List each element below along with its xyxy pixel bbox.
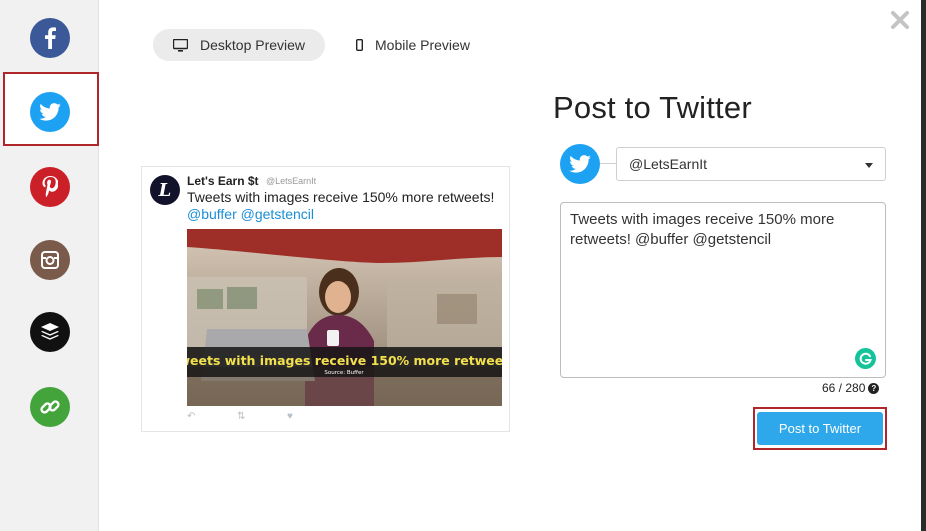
link-icon: [40, 400, 60, 414]
facebook-icon: [45, 27, 56, 49]
sidebar-item-buffer[interactable]: [30, 312, 70, 352]
character-counter: 66 / 280 ?: [822, 381, 880, 395]
grammarly-icon: [859, 352, 872, 365]
page-title: Post to Twitter: [553, 90, 752, 125]
post-to-twitter-button[interactable]: Post to Twitter: [757, 412, 883, 445]
mobile-icon: [356, 39, 363, 51]
avatar: L: [150, 175, 180, 205]
desktop-icon: [173, 38, 188, 52]
tweet-author-name: Let's Earn $t: [187, 174, 259, 188]
post-button-highlight: Post to Twitter: [753, 407, 887, 450]
sidebar-item-link[interactable]: [30, 387, 70, 427]
tweet-image: Tweets with images receive 150% more ret…: [187, 229, 502, 406]
tweet-actions: ↶ ⇅ ♥: [187, 411, 317, 425]
instagram-icon: [41, 251, 59, 269]
account-network-badge: [560, 144, 600, 184]
tweet-image-source: Source: Buffer: [324, 370, 364, 376]
grammarly-button[interactable]: [855, 348, 876, 369]
backdrop-edge: [921, 0, 926, 531]
tab-desktop-label: Desktop Preview: [200, 37, 306, 53]
sidebar-item-facebook[interactable]: [30, 18, 70, 58]
tweet-mentions: @buffer @getstencil: [187, 206, 315, 222]
tweet-image-caption: Tweets with images receive 150% more ret…: [187, 353, 502, 368]
tab-mobile-preview[interactable]: Mobile Preview: [352, 29, 470, 61]
account-select-value: @LetsEarnIt: [629, 156, 708, 172]
sidebar-item-pinterest[interactable]: [30, 167, 70, 207]
social-sidebar: [0, 0, 99, 531]
close-button[interactable]: [890, 10, 910, 30]
character-counter-value: 66 / 280: [822, 381, 866, 395]
account-select[interactable]: @LetsEarnIt: [616, 147, 886, 181]
like-icon[interactable]: ♥: [287, 411, 293, 422]
twitter-bird-icon: [39, 103, 61, 121]
tweet-photo: Tweets with images receive 150% more ret…: [187, 229, 502, 406]
chevron-down-icon: [865, 163, 873, 168]
sidebar-item-twitter[interactable]: [30, 92, 70, 132]
twitter-bird-icon: [569, 155, 591, 173]
tweet-author-handle: @LetsEarnIt: [266, 176, 317, 186]
retweet-icon[interactable]: ⇅: [237, 411, 245, 422]
reply-icon[interactable]: ↶: [187, 411, 195, 422]
sidebar-item-instagram[interactable]: [30, 240, 70, 280]
pinterest-icon: [42, 176, 58, 198]
close-icon: [891, 11, 909, 29]
tweet-textarea[interactable]: Tweets with images receive 150% more ret…: [560, 202, 886, 378]
account-connector: [600, 163, 616, 164]
help-icon[interactable]: ?: [868, 382, 880, 394]
share-modal: Desktop Preview Mobile Preview L Let's E…: [0, 0, 921, 531]
tweet-text: Tweets with images receive 150% more ret…: [187, 189, 495, 205]
tab-mobile-label: Mobile Preview: [375, 37, 470, 53]
tweet-preview-card: L Let's Earn $t @LetsEarnIt Tweets with …: [141, 166, 510, 432]
buffer-icon: [41, 323, 59, 340]
tab-desktop-preview[interactable]: Desktop Preview: [153, 29, 325, 61]
